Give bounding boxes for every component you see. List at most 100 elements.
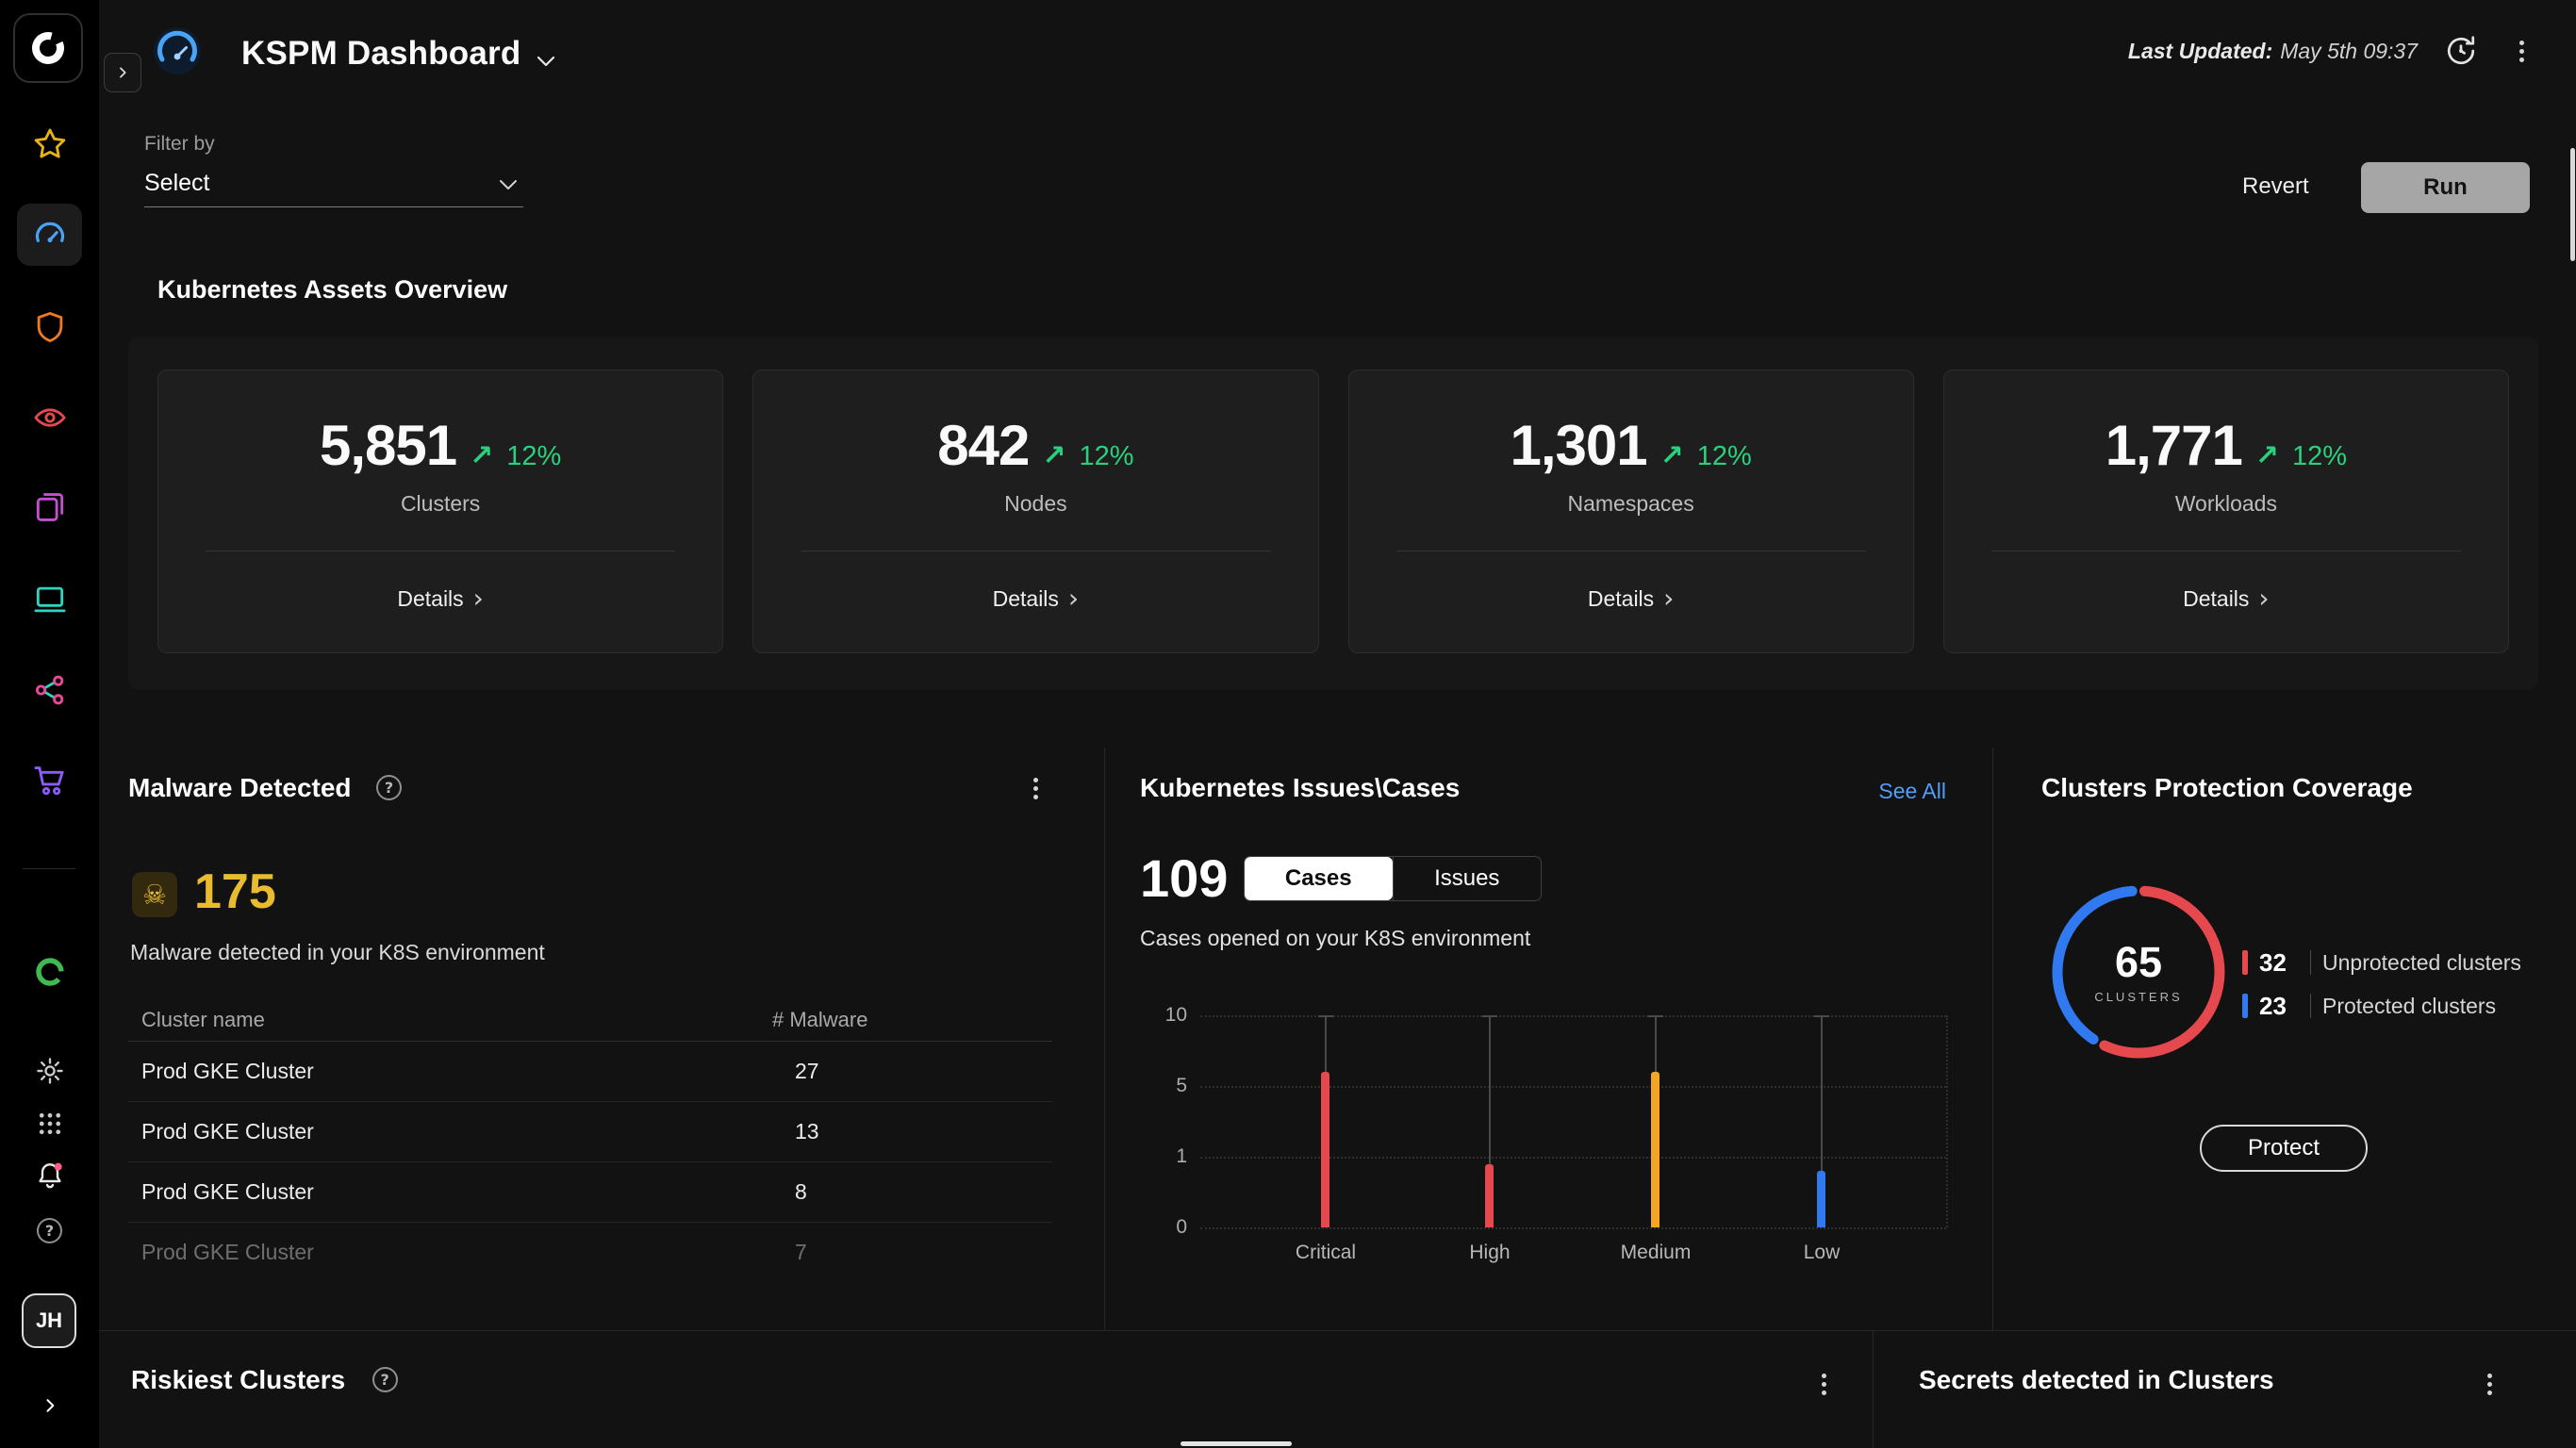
sidebar: ? JH: [0, 0, 99, 1448]
chart-category-low: Low: [1765, 1006, 1878, 1279]
dashboard-switcher-dropdown[interactable]: [530, 45, 562, 77]
divider: [1873, 1331, 1874, 1448]
malware-value: 27: [795, 1059, 819, 1083]
last-updated: Last Updated: May 5th 09:37: [2128, 39, 2418, 64]
sidebar-item-detections[interactable]: [0, 387, 99, 449]
secrets-menu-button[interactable]: [2472, 1367, 2506, 1401]
app-logo[interactable]: [13, 13, 83, 83]
chevron-right-icon: ›: [2258, 583, 2270, 614]
last-updated-label: Last Updated:: [2127, 38, 2273, 63]
filter-select-value: Select: [144, 170, 210, 196]
chevron-right-icon: ›: [1067, 583, 1080, 614]
kebab-icon: [2518, 48, 2524, 54]
panel-title: Secrets detected in Clusters: [1919, 1365, 2274, 1394]
eye-icon: [33, 408, 66, 427]
malware-detected-panel: Malware Detected ? ☠ 175 Malware detecte…: [128, 773, 1052, 1330]
divider: [2310, 950, 2311, 975]
sidebar-divider: [23, 868, 75, 869]
horizontal-scrollbar-thumb[interactable]: [1181, 1441, 1292, 1446]
chevron-right-icon: ›: [472, 583, 484, 614]
kebab-icon: [1821, 1381, 1826, 1387]
chart-category-medium: Medium: [1599, 1006, 1712, 1279]
share-icon: [35, 675, 63, 705]
sidebar-item-marketplace[interactable]: [0, 749, 99, 812]
table-row[interactable]: Prod GKE Cluster 8: [128, 1162, 1052, 1223]
legend-item-protected: 23 Protected clusters: [2242, 992, 2521, 1020]
see-all-link[interactable]: See All: [1878, 779, 1946, 804]
trend-up-icon: ↗: [2254, 439, 2279, 472]
filter-select[interactable]: Select: [144, 168, 523, 207]
table-row[interactable]: Prod GKE Cluster 7: [128, 1223, 1052, 1283]
bar-medium[interactable]: [1651, 1072, 1660, 1227]
details-label: Details: [992, 585, 1059, 611]
revert-button[interactable]: Revert: [2242, 173, 2309, 200]
help-icon[interactable]: ?: [372, 1367, 398, 1392]
sidebar-item-help[interactable]: ?: [0, 1207, 99, 1254]
details-link[interactable]: Details ›: [993, 585, 1080, 612]
coverage-donut-chart[interactable]: 65 CLUSTERS: [2042, 876, 2235, 1068]
y-axis-tick: 0: [1176, 1216, 1187, 1238]
kebab-icon: [1032, 785, 1038, 791]
asset-card-clusters: 5,851 ↗ 12% Clusters Details ›: [157, 370, 724, 653]
tab-issues[interactable]: Issues: [1392, 857, 1542, 900]
vertical-scrollbar-thumb[interactable]: [2570, 148, 2575, 261]
sidebar-item-status[interactable]: [0, 943, 99, 1001]
malware-menu-button[interactable]: [1018, 771, 1052, 805]
details-link[interactable]: Details ›: [2183, 585, 2270, 612]
bar-high[interactable]: [1485, 1163, 1494, 1227]
cases-issues-toggle: Cases Issues: [1244, 856, 1542, 901]
stat-label: Nodes: [1004, 491, 1067, 516]
severity-chart: 10 5 1 0 Critical High Medium Low: [1140, 1004, 1967, 1279]
x-axis-label: Medium: [1620, 1242, 1692, 1263]
malware-value: 7: [795, 1240, 807, 1264]
gauge-icon: [35, 222, 64, 243]
details-link[interactable]: Details ›: [1588, 585, 1675, 612]
table-row[interactable]: Prod GKE Cluster 13: [128, 1102, 1052, 1162]
chevron-down-icon: [537, 56, 555, 67]
sidebar-item-settings[interactable]: [0, 1047, 99, 1094]
protect-button[interactable]: Protect: [2200, 1125, 2368, 1172]
legend-swatch: [2242, 950, 2248, 975]
sidebar-item-notifications[interactable]: [0, 1151, 99, 1200]
sidebar-item-endpoints[interactable]: [0, 568, 99, 631]
user-avatar[interactable]: JH: [22, 1293, 76, 1348]
cluster-name: Prod GKE Cluster: [141, 1240, 314, 1264]
help-icon[interactable]: ?: [376, 775, 402, 800]
sidebar-expand-button[interactable]: [104, 53, 141, 92]
stat-delta: 12%: [1079, 441, 1134, 471]
tab-cases[interactable]: Cases: [1245, 857, 1393, 900]
sidebar-expand-bottom-button[interactable]: [0, 1382, 99, 1429]
pages-icon: [36, 493, 63, 521]
bar-critical[interactable]: [1321, 1072, 1329, 1227]
dashboard-gauge-icon: [151, 25, 204, 77]
details-link[interactable]: Details ›: [397, 585, 484, 612]
legend-value: 23: [2259, 991, 2287, 1020]
refresh-button[interactable]: [2442, 32, 2480, 70]
gear-icon: [36, 1058, 63, 1084]
legend-label: Unprotected clusters: [2322, 949, 2521, 975]
sidebar-item-favorites[interactable]: [0, 113, 99, 175]
stat-value: 5,851: [319, 414, 457, 477]
sidebar-item-reports[interactable]: [0, 476, 99, 538]
stat-value: 842: [937, 414, 1030, 477]
run-button[interactable]: Run: [2361, 162, 2530, 213]
details-label: Details: [2183, 585, 2250, 611]
chevron-right-icon: ›: [1663, 583, 1675, 614]
chart-category-high: High: [1433, 1006, 1546, 1279]
legend-value: 32: [2259, 947, 2287, 977]
sidebar-item-apps[interactable]: [0, 1100, 99, 1147]
riskiest-menu-button[interactable]: [1807, 1367, 1841, 1401]
filter-by-label: Filter by: [144, 133, 215, 155]
sidebar-item-connections[interactable]: [0, 659, 99, 721]
sidebar-item-dashboard[interactable]: [0, 204, 99, 266]
y-axis-tick: 1: [1176, 1145, 1187, 1167]
grid-icon: [39, 1112, 60, 1135]
ring-icon: [35, 958, 64, 986]
header-menu-button[interactable]: [2504, 34, 2538, 68]
table-row[interactable]: Prod GKE Cluster 27: [128, 1042, 1052, 1102]
sidebar-item-protection[interactable]: [0, 296, 99, 358]
asset-card-namespaces: 1,301 ↗ 12% Namespaces Details ›: [1347, 370, 1914, 653]
bar-low[interactable]: [1817, 1171, 1825, 1227]
stat-delta: 12%: [1696, 441, 1752, 471]
gridline: [1946, 1015, 1948, 1227]
